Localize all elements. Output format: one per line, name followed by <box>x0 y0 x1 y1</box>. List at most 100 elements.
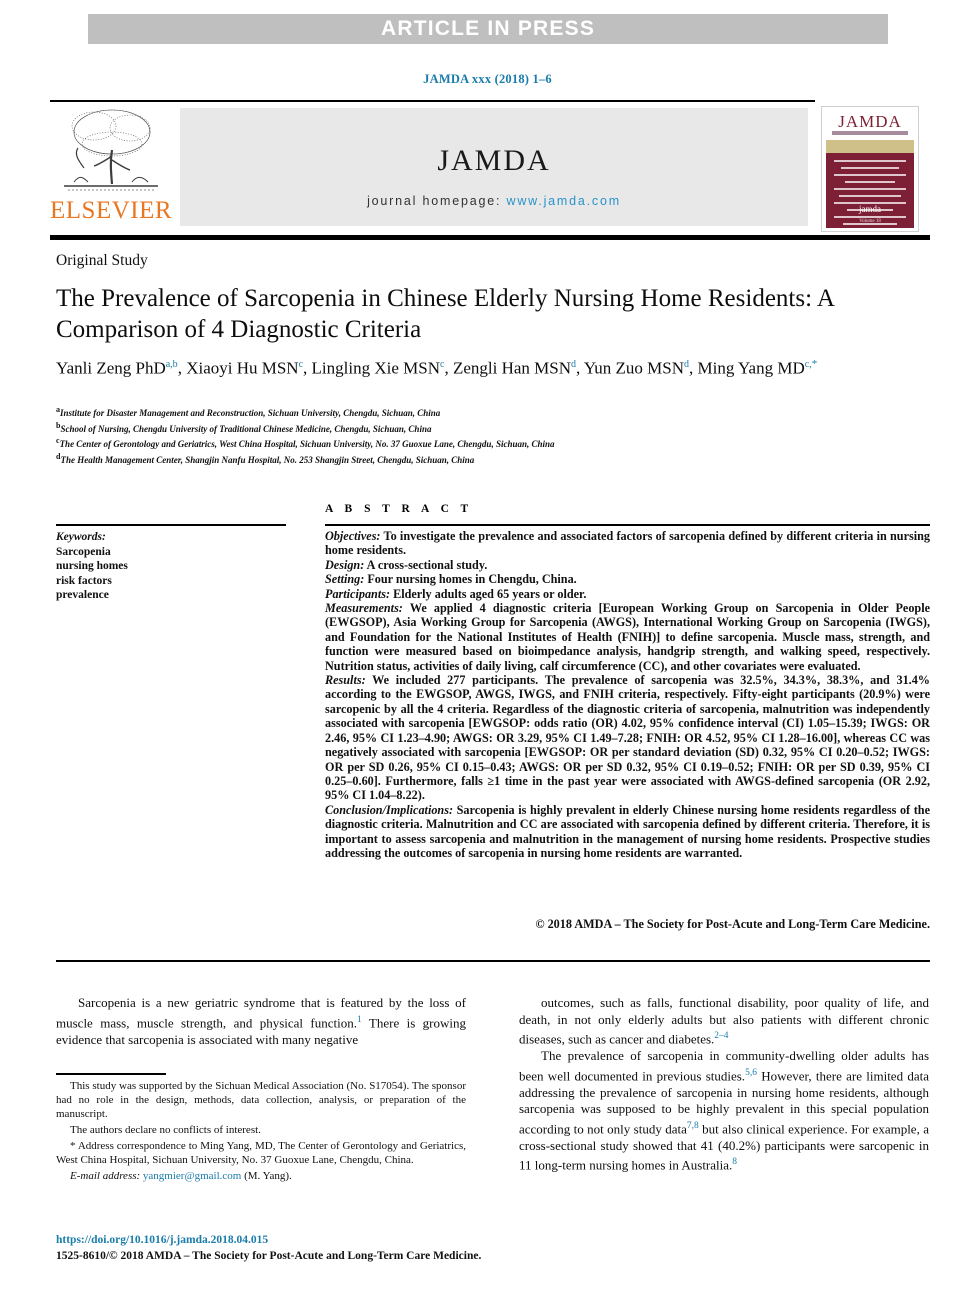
abstract-section-label: Setting: <box>325 572 365 587</box>
citation-reference[interactable]: 7,8 <box>687 1121 699 1131</box>
author-affiliation-mark: c <box>440 359 445 370</box>
cover-title: JAMDA <box>838 112 902 131</box>
body-paragraph: outcomes, such as falls, functional disa… <box>519 995 929 1048</box>
author-name: Xiaoyi Hu MSN <box>186 358 299 378</box>
author-affiliation-mark: c <box>298 359 304 370</box>
elsevier-wordmark: ELSEVIER <box>50 197 173 224</box>
abstract-section: Conclusion/Implications: Sarcopenia is h… <box>325 803 930 861</box>
abstract-section-label: Measurements: <box>325 601 403 616</box>
abstract-copyright: © 2018 AMDA – The Society for Post-Acute… <box>535 917 930 931</box>
corresponding-author-star-icon: * <box>811 358 818 370</box>
author-list: Yanli Zeng PhDa,b, Xiaoyi Hu MSNc, Lingl… <box>56 358 818 378</box>
affiliation-mark: a <box>56 405 60 414</box>
journal-homepage-link[interactable]: www.jamda.com <box>507 194 621 208</box>
abstract-section: Measurements: We applied 4 diagnostic cr… <box>325 601 930 673</box>
abstract-body: Objectives: To investigate the prevalenc… <box>325 529 930 860</box>
abstract-section-label: Conclusion/Implications: <box>325 802 453 817</box>
footnote-funding: This study was supported by the Sichuan … <box>56 1080 466 1120</box>
cover-subtitle-bar <box>832 131 908 135</box>
author-affiliation-mark: a,b <box>165 359 178 370</box>
author-name: Zengli Han MSN <box>452 358 571 378</box>
journal-homepage-label: journal homepage: <box>367 194 502 208</box>
journal-cover-thumbnail: JAMDA jamda Volume 18 <box>821 106 919 232</box>
body-column-right: outcomes, such as falls, functional disa… <box>519 995 929 1174</box>
abstract-section: Participants: Elderly adults aged 65 yea… <box>325 587 930 601</box>
citation-reference[interactable]: 2–4 <box>714 1031 728 1041</box>
abstract-section: Objectives: To investigate the prevalenc… <box>325 529 930 558</box>
keyword-item: risk factors <box>56 574 112 587</box>
email-label: E-mail address: <box>70 1170 141 1182</box>
abstract-section-text: Four nursing homes in Chengdu, China. <box>364 572 577 587</box>
issn-copyright-line: 1525-8610/© 2018 AMDA – The Society for … <box>56 1250 482 1262</box>
affiliation-mark: c <box>56 436 60 446</box>
correspondence-text: Address correspondence to Ming Yang, MD,… <box>56 1140 466 1166</box>
abstract-section: Results: We included 277 participants. T… <box>325 673 930 803</box>
cover-color-band <box>826 140 914 153</box>
page-title: The Prevalence of Sarcopenia in Chinese … <box>56 285 834 343</box>
journal-citation-line: JAMDA xxx (2018) 1–6 <box>423 72 552 86</box>
author-name: Yun Zuo MSN <box>583 358 684 378</box>
keyword-item: prevalence <box>56 589 109 602</box>
cover-volume-text: Volume 18 <box>859 219 881 224</box>
abstract-section-text: Elderly adults aged 65 years or older. <box>390 586 587 601</box>
jamda-wordmark: JAMDA <box>437 144 551 177</box>
affiliation-item: cThe Center of Gerontology and Geriatric… <box>56 436 555 450</box>
article-in-press-banner: ARTICLE IN PRESS <box>88 14 888 44</box>
footnote-rule <box>56 1073 166 1075</box>
author-affiliation-mark: d <box>684 359 689 370</box>
masthead-top-rule <box>50 100 815 102</box>
abstract-section-label: Objectives: <box>325 529 381 543</box>
masthead-bottom-rule <box>50 235 930 240</box>
author-name: Lingling Xie MSN <box>311 358 440 378</box>
keyword-item: Sarcopenia <box>56 545 111 558</box>
affiliation-list: aInstitute for Disaster Management and R… <box>56 404 856 466</box>
doi-link[interactable]: https://doi.org/10.1016/j.jamda.2018.04.… <box>56 1234 556 1246</box>
keywords-items: Sarcopenia nursing homes risk factors preva… <box>56 545 286 603</box>
body-column-left: Sarcopenia is a new geriatric syndrome t… <box>56 995 466 1048</box>
elsevier-tree-icon <box>64 109 158 191</box>
email-suffix: (M. Yang). <box>241 1170 292 1182</box>
elsevier-logo: ELSEVIER <box>50 104 173 229</box>
abstract-section-text: A cross-sectional study. <box>364 557 488 572</box>
abstract-section: Setting: Four nursing homes in Chengdu, … <box>325 572 930 586</box>
affiliation-item: bSchool of Nursing, Chengdu University o… <box>56 420 432 434</box>
affiliation-item: dThe Health Management Center, Shangjin … <box>56 451 475 465</box>
keywords-rule <box>56 524 286 526</box>
keyword-item: nursing homes <box>56 560 128 573</box>
abstract-bottom-rule <box>56 960 930 962</box>
keywords-block: Keywords: Sarcopenia nursing homes risk fa… <box>56 530 286 603</box>
abstract-section-label: Results: <box>325 673 366 688</box>
author-name: Yanli Zeng PhD <box>56 358 166 378</box>
abstract-section-text: To investigate the prevalence and associ… <box>325 529 930 558</box>
journal-masthead: ELSEVIER JAMDA journal homepage: www.jam… <box>50 104 930 232</box>
footnote-email: E-mail address: yangmier@gmail.com (M. Y… <box>56 1169 466 1183</box>
cover-background: JAMDA jamda Volume 18 <box>826 110 914 228</box>
article-type-label: Original Study <box>56 252 148 269</box>
body-paragraph: Sarcopenia is a new geriatric syndrome t… <box>56 995 466 1048</box>
abstract-section-text: We included 277 participants. The preval… <box>325 673 930 803</box>
citation-reference[interactable]: 8 <box>732 1157 737 1167</box>
body-paragraph: The prevalence of sarcopenia in communit… <box>519 1048 929 1174</box>
email-link[interactable]: yangmier@gmail.com <box>143 1170 241 1182</box>
abstract-section-label: Participants: <box>325 586 391 601</box>
author-name: Ming Yang MD <box>697 358 805 378</box>
affiliation-item: aInstitute for Disaster Management and R… <box>56 405 441 418</box>
journal-homepage-box: JAMDA journal homepage: www.jamda.com <box>180 108 808 226</box>
footnote-conflicts: The authors declare no conflicts of inte… <box>70 1124 261 1136</box>
affiliation-mark: b <box>56 420 61 430</box>
abstract-section-text: We applied 4 diagnostic criteria [Europe… <box>325 601 930 673</box>
abstract-section-label: Design: <box>325 557 365 572</box>
cover-logo: jamda <box>859 204 881 214</box>
footnotes-block: This study was supported by the Sichuan … <box>56 1079 466 1185</box>
abstract-rule <box>325 524 930 526</box>
abstract-section: Design: A cross-sectional study. <box>325 558 930 572</box>
affiliation-mark: d <box>56 451 61 461</box>
footnote-correspondence: * Address correspondence to Ming Yang, M… <box>56 1139 466 1167</box>
keywords-heading: Keywords: <box>56 531 106 543</box>
journal-homepage-line: journal homepage: www.jamda.com <box>180 194 808 208</box>
author-affiliation-mark: d <box>571 359 576 370</box>
citation-reference[interactable]: 5,6 <box>745 1068 757 1078</box>
abstract-heading: A B S T R A C T <box>325 503 473 515</box>
article-page: ARTICLE IN PRESS JAMDA xxx (2018) 1–6 EL… <box>0 0 975 1305</box>
author-affiliation-mark: c, <box>804 359 812 370</box>
